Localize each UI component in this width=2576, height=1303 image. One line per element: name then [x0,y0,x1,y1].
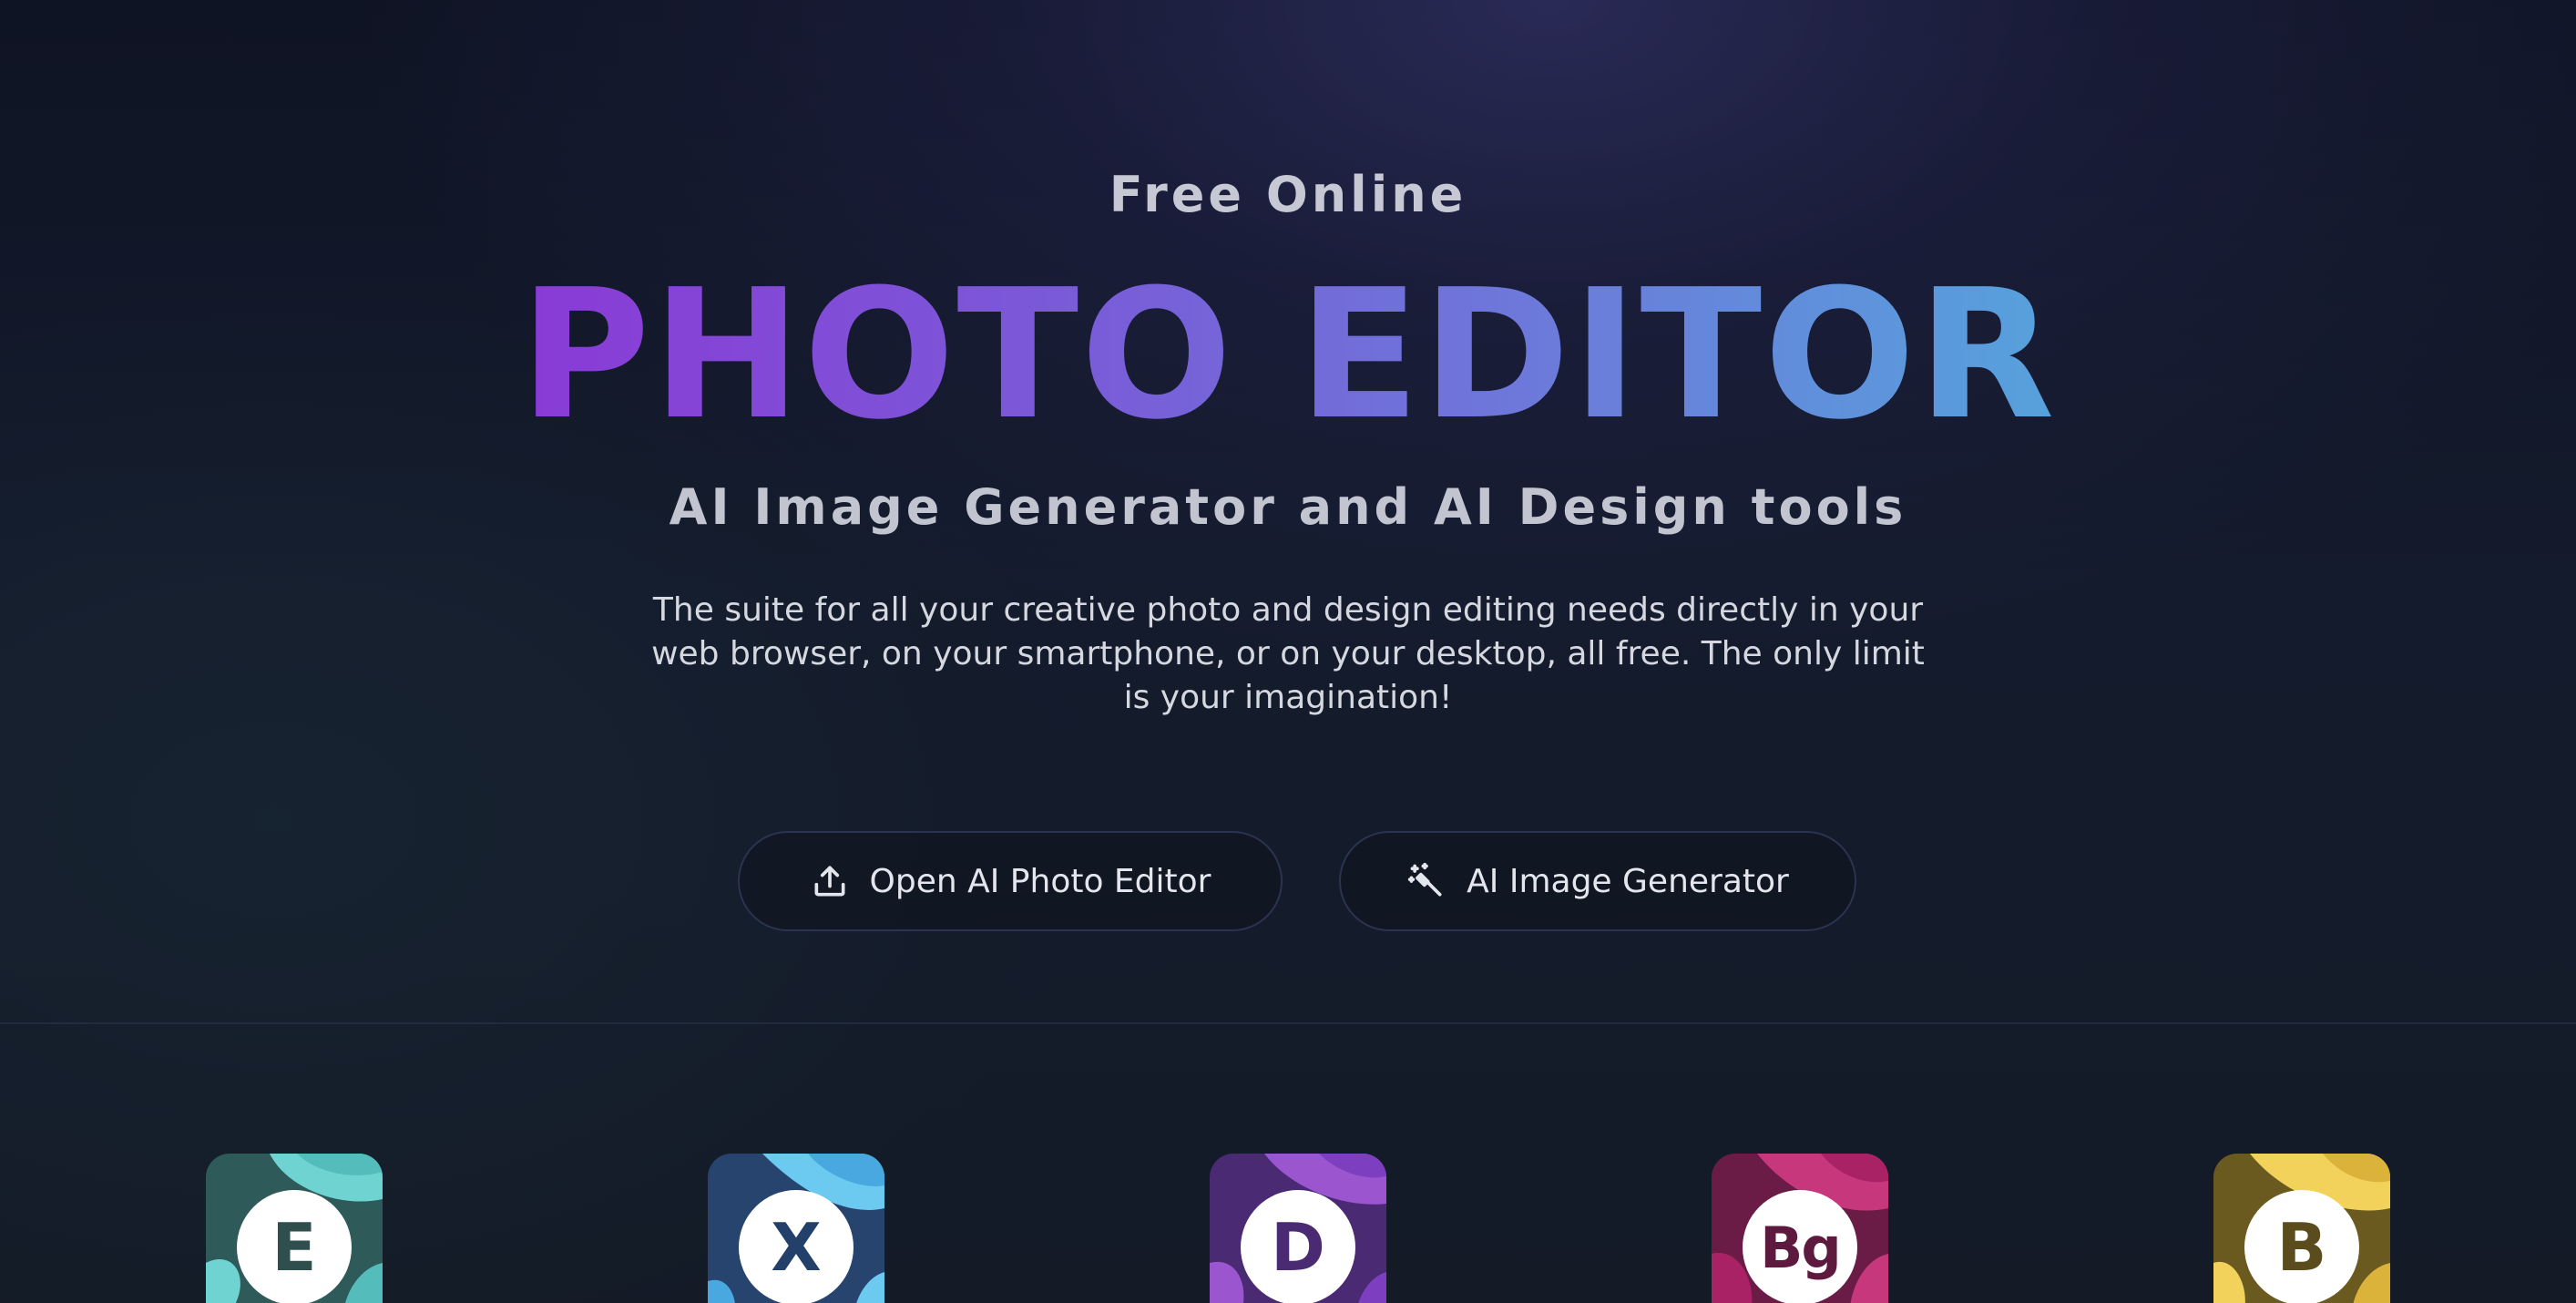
ai-image-generator-button[interactable]: AI Image Generator [1339,831,1856,931]
app-e-letter: E [237,1190,352,1303]
hero-title-text: PHOTO EDITOR [519,251,2057,459]
page: Free Online PHOTO EDITOR AI Image Genera… [0,0,2576,1303]
upload-icon [810,861,850,901]
hero-section: Free Online PHOTO EDITOR AI Image Genera… [0,0,2576,1022]
ai-image-generator-label: AI Image Generator [1467,862,1789,900]
hero-subtitle: AI Image Generator and AI Design tools [669,478,1907,536]
app-b-icon[interactable]: B [2213,1154,2390,1303]
hero-title: PHOTO EDITOR [0,255,2576,456]
app-bg-icon[interactable]: Bg [1712,1154,1888,1303]
app-d-letter: D [1241,1190,1355,1303]
hero-description: The suite for all your creative photo an… [651,591,1925,716]
app-x-letter: X [739,1190,854,1303]
app-bg-letter: Bg [1743,1190,1857,1303]
app-d-icon[interactable]: D [1210,1154,1386,1303]
app-x-icon[interactable]: X [708,1154,884,1303]
open-ai-photo-editor-button[interactable]: Open AI Photo Editor [738,831,1283,931]
magic-wand-icon [1406,861,1446,901]
app-e-icon[interactable]: E [206,1154,383,1303]
hero-eyebrow: Free Online [1109,166,1467,223]
open-ai-photo-editor-label: Open AI Photo Editor [869,862,1211,900]
app-b-letter: B [2244,1190,2359,1303]
apps-section: E X D Bg B [0,1024,2576,1303]
